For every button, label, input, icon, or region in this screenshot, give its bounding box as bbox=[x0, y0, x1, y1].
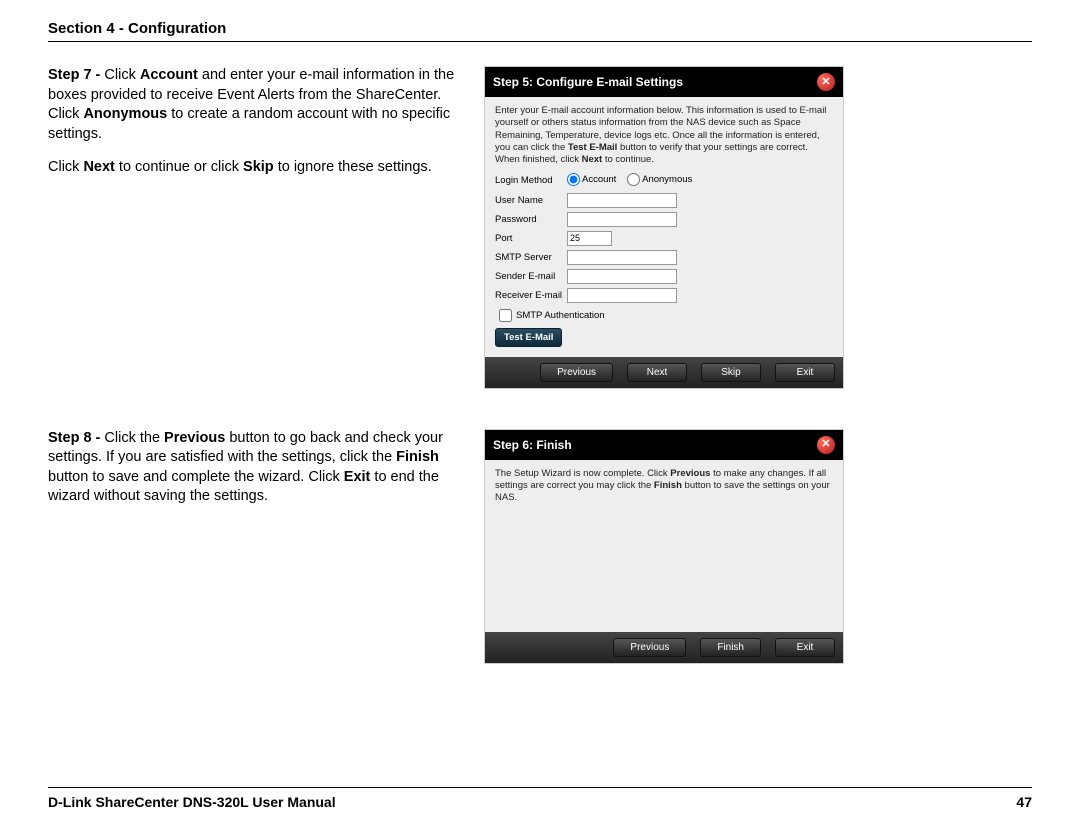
skip-button[interactable]: Skip bbox=[701, 363, 761, 382]
receiver-input[interactable] bbox=[567, 288, 677, 303]
step8-prefix: Step 8 - bbox=[48, 430, 104, 446]
close-icon[interactable]: ✕ bbox=[817, 73, 835, 91]
password-input[interactable] bbox=[567, 212, 677, 227]
manual-title: D-Link ShareCenter DNS-320L User Manual bbox=[48, 794, 336, 810]
port-row: Port bbox=[495, 231, 833, 246]
page-number: 47 bbox=[1016, 794, 1032, 810]
login-method-row: Login Method Account Anonymous bbox=[495, 173, 833, 189]
smtp-auth-row: SMTP Authentication bbox=[499, 309, 833, 322]
smtp-input[interactable] bbox=[567, 250, 677, 265]
receiver-row: Receiver E-mail bbox=[495, 288, 833, 303]
password-row: Password bbox=[495, 212, 833, 227]
close-icon[interactable]: ✕ bbox=[817, 436, 835, 454]
step7-prefix: Step 7 - bbox=[48, 67, 104, 83]
exit-button[interactable]: Exit bbox=[775, 638, 835, 657]
account-radio[interactable]: Account bbox=[567, 173, 616, 186]
finish-dialog: Step 6: Finish ✕ The Setup Wizard is now… bbox=[484, 429, 844, 664]
next-button[interactable]: Next bbox=[627, 363, 687, 382]
step8-row: Step 8 - Click the Previous button to go… bbox=[48, 429, 1032, 664]
dialog2-intro: The Setup Wizard is now complete. Click … bbox=[495, 468, 833, 505]
smtp-row: SMTP Server bbox=[495, 250, 833, 265]
previous-button[interactable]: Previous bbox=[540, 363, 613, 382]
exit-button[interactable]: Exit bbox=[775, 363, 835, 382]
step8-text: Step 8 - Click the Previous button to go… bbox=[48, 429, 468, 664]
login-method-label: Login Method bbox=[495, 175, 567, 186]
sender-row: Sender E-mail bbox=[495, 269, 833, 284]
username-input[interactable] bbox=[567, 193, 677, 208]
dialog1-footer: Previous Next Skip Exit bbox=[485, 357, 843, 388]
smtp-auth-checkbox[interactable] bbox=[499, 309, 512, 322]
step7-text: Step 7 - Click Account and enter your e-… bbox=[48, 66, 468, 389]
section-header: Section 4 - Configuration bbox=[48, 20, 1032, 42]
dialog2-title: Step 6: Finish bbox=[493, 438, 572, 452]
page-footer: D-Link ShareCenter DNS-320L User Manual … bbox=[48, 787, 1032, 810]
port-input[interactable] bbox=[567, 231, 612, 246]
dialog2-header: Step 6: Finish ✕ bbox=[485, 430, 843, 460]
dialog1-intro: Enter your E-mail account information be… bbox=[495, 105, 833, 167]
anonymous-radio[interactable]: Anonymous bbox=[627, 173, 692, 186]
sender-input[interactable] bbox=[567, 269, 677, 284]
step7-row: Step 7 - Click Account and enter your e-… bbox=[48, 66, 1032, 389]
email-settings-dialog: Step 5: Configure E-mail Settings ✕ Ente… bbox=[484, 66, 844, 389]
dialog1-title: Step 5: Configure E-mail Settings bbox=[493, 75, 683, 89]
finish-button[interactable]: Finish bbox=[700, 638, 761, 657]
dialog1-body: Enter your E-mail account information be… bbox=[485, 97, 843, 357]
previous-button[interactable]: Previous bbox=[613, 638, 686, 657]
dialog1-header: Step 5: Configure E-mail Settings ✕ bbox=[485, 67, 843, 97]
dialog2-body: The Setup Wizard is now complete. Click … bbox=[485, 460, 843, 632]
dialog2-footer: Previous Finish Exit bbox=[485, 632, 843, 663]
test-email-button[interactable]: Test E-Mail bbox=[495, 328, 562, 347]
username-row: User Name bbox=[495, 193, 833, 208]
